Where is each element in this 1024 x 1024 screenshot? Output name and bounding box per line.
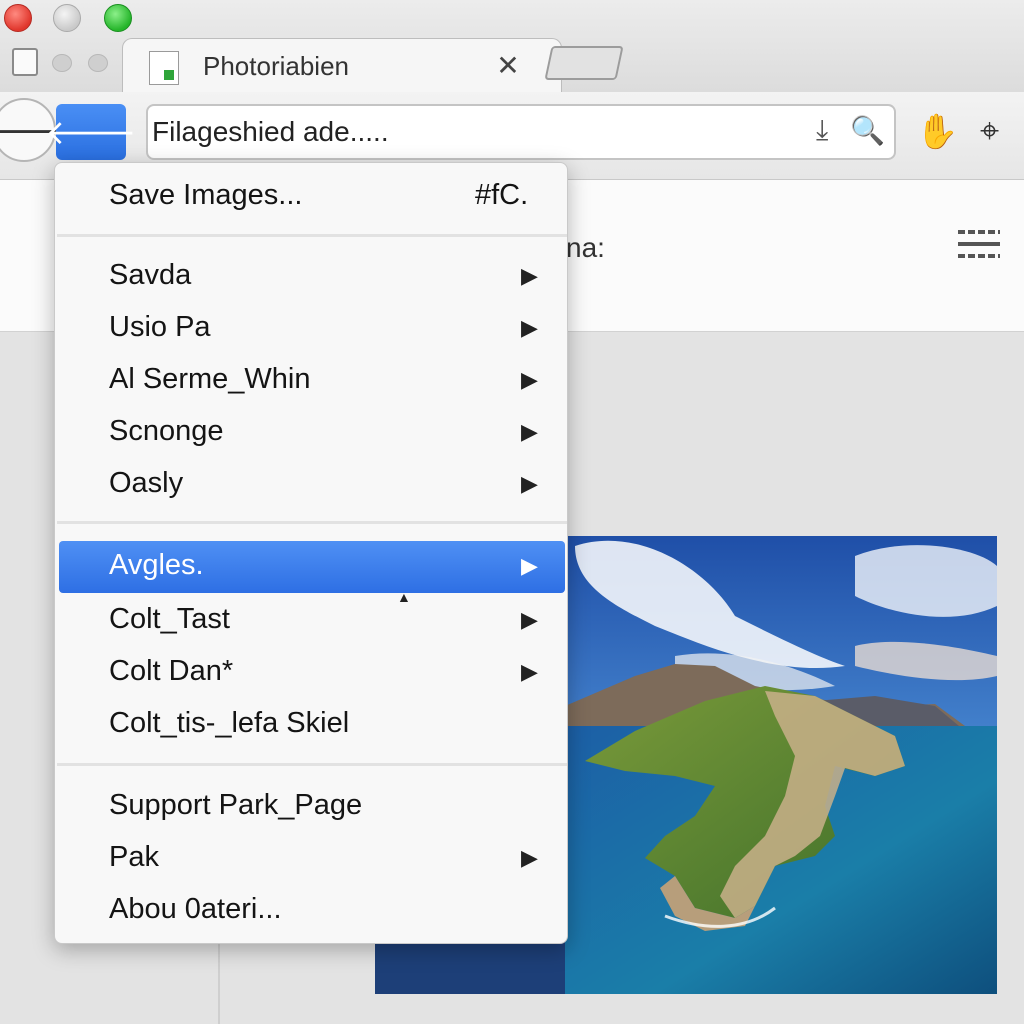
menu-item-abou-oateri[interactable]: Abou 0ateri... xyxy=(59,885,565,937)
arrow-left-icon: 🡐 xyxy=(45,113,137,152)
menu-separator xyxy=(57,234,567,237)
submenu-arrow-icon: ▶ xyxy=(521,419,538,444)
maximize-window-button[interactable] xyxy=(104,4,132,32)
hand-icon[interactable]: ✋ xyxy=(916,112,958,152)
menu-item-label: Avgles. xyxy=(109,549,204,581)
divider xyxy=(218,940,220,1024)
menu-item-label: Savda xyxy=(109,259,192,291)
menu-item-label: Save Images... xyxy=(109,179,303,211)
menu-item-shortcut: #fC. xyxy=(475,179,529,211)
menu-item-pak[interactable]: Pak ▶ xyxy=(59,833,565,885)
menu-separator xyxy=(57,521,567,524)
menu-item-oasly[interactable]: Oasly ▶ xyxy=(59,459,565,511)
dot-icon xyxy=(88,54,108,72)
menu-item-avgles[interactable]: Avgles. ▶ ▲ xyxy=(59,541,565,605)
menu-item-savda[interactable]: Savda ▶ xyxy=(59,251,565,303)
menu-item-label: Usio Pa xyxy=(109,311,211,343)
menu-item-label: Pak xyxy=(109,841,159,873)
menu-item-usio-pa[interactable]: Usio Pa ▶ xyxy=(59,303,565,355)
browser-tab[interactable]: Photoriabien ✕ xyxy=(122,38,562,94)
menu-item-colt-dan[interactable]: Colt Dan* ▶ xyxy=(59,647,565,699)
submenu-arrow-icon: ▶ xyxy=(521,607,538,632)
minimize-window-button[interactable] xyxy=(53,4,81,32)
close-window-button[interactable] xyxy=(4,4,32,32)
menu-item-label: Colt_tis-_lefa Skiel xyxy=(109,707,350,739)
context-menu: Save Images... #fC. Savda ▶ Usio Pa ▶ Al… xyxy=(54,162,568,944)
submenu-arrow-icon: ▶ xyxy=(521,263,538,288)
submenu-arrow-icon: ▶ xyxy=(521,845,538,870)
submenu-arrow-icon: ▶ xyxy=(521,315,538,340)
page-icon xyxy=(12,48,38,76)
menu-item-label: Colt_Tast xyxy=(109,603,230,635)
favicon-icon xyxy=(149,51,179,85)
tab-title: Photoriabien xyxy=(203,51,349,81)
title-bar: Photoriabien ✕ xyxy=(0,0,1024,94)
dot-icon xyxy=(52,54,72,72)
menu-item-support-park-page[interactable]: Support Park_Page xyxy=(59,781,565,833)
submenu-arrow-icon: ▶ xyxy=(521,659,538,684)
menu-item-save-images[interactable]: Save Images... #fC. xyxy=(59,171,565,223)
menu-item-label: Abou 0ateri... xyxy=(109,893,282,925)
page-label: na: xyxy=(566,232,605,263)
menu-item-colt-tast[interactable]: Colt_Tast ▶ xyxy=(59,595,565,647)
menu-item-label: Al Serme_Whin xyxy=(109,363,311,395)
new-tab-button[interactable] xyxy=(544,46,624,80)
back-blue-button[interactable]: 🡐 xyxy=(45,104,137,160)
search-icon[interactable]: 🔍 xyxy=(850,114,885,147)
crosshair-icon[interactable]: ⌖ xyxy=(980,112,999,151)
submenu-arrow-icon: ▶ xyxy=(521,553,538,578)
close-tab-icon[interactable]: ✕ xyxy=(493,49,523,82)
menu-separator xyxy=(57,763,567,766)
submenu-arrow-icon: ▶ xyxy=(521,367,538,392)
address-input[interactable] xyxy=(152,114,792,150)
menu-item-al-serme-whin[interactable]: Al Serme_Whin ▶ xyxy=(59,355,565,407)
hamburger-icon[interactable] xyxy=(958,230,1000,266)
download-icon[interactable]: ⤓ xyxy=(816,114,828,147)
menu-item-label: Colt Dan* xyxy=(109,655,234,687)
menu-item-scnonge[interactable]: Scnonge ▶ xyxy=(59,407,565,459)
submenu-arrow-icon: ▶ xyxy=(521,471,538,496)
menu-item-label: Oasly xyxy=(109,467,184,499)
menu-item-colt-tis-lefa-skiel[interactable]: Colt_tis-_lefa Skiel xyxy=(59,699,565,751)
menu-item-label: Scnonge xyxy=(109,415,224,447)
address-bar[interactable]: ⤓ 🔍 xyxy=(146,104,896,160)
menu-item-label: Support Park_Page xyxy=(109,789,363,821)
